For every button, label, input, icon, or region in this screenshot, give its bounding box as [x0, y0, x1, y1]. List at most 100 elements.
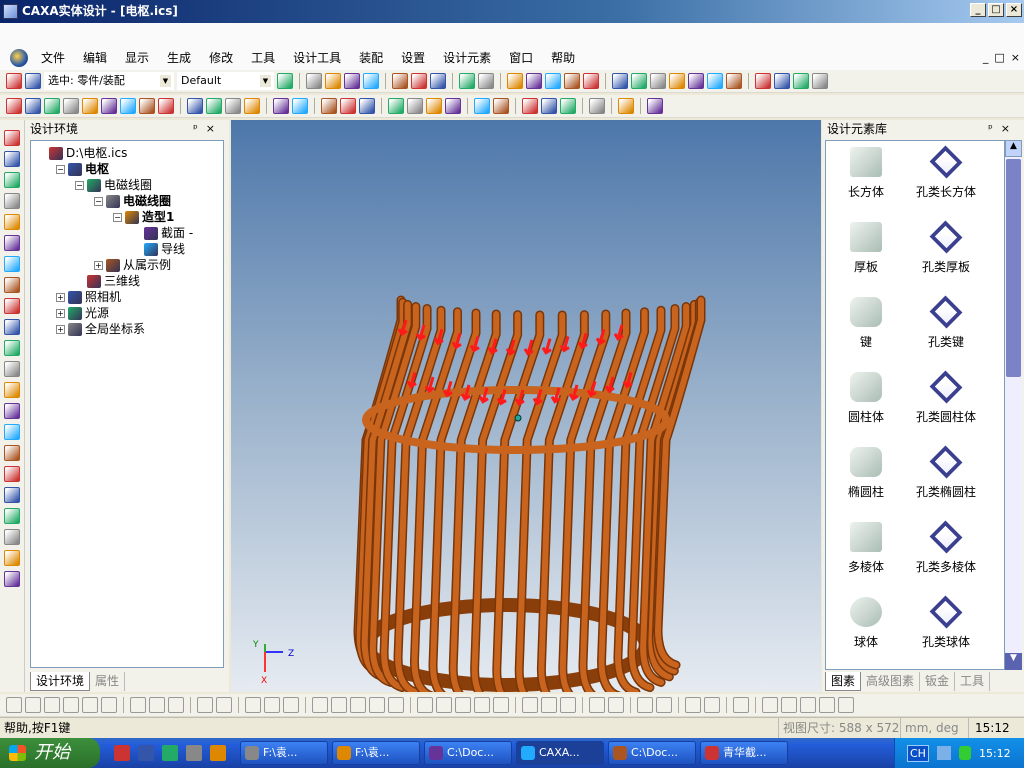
zoom-window-icon[interactable]: [4, 235, 20, 251]
style-combo[interactable]: Default ▼: [177, 72, 274, 90]
hatch-icon[interactable]: [63, 697, 79, 713]
toolbox-icon[interactable]: [359, 98, 375, 114]
draft-icon[interactable]: [650, 73, 666, 89]
panel-close-button[interactable]: ×: [206, 122, 223, 135]
library-item[interactable]: 键: [828, 295, 904, 370]
qq-icon[interactable]: [114, 745, 130, 761]
taskbar-button[interactable]: F:\袁...: [240, 741, 328, 765]
view-side-icon[interactable]: [4, 424, 20, 440]
text-block-icon[interactable]: [733, 697, 749, 713]
shield-app-icon[interactable]: [138, 745, 154, 761]
spline-icon[interactable]: [637, 697, 653, 713]
zoom-fit-icon[interactable]: [4, 256, 20, 272]
redo-icon[interactable]: [493, 98, 509, 114]
tree-node[interactable]: + 照相机: [33, 289, 221, 305]
cut-icon[interactable]: [560, 98, 576, 114]
red-cube2-icon[interactable]: [774, 73, 790, 89]
sketch-icon[interactable]: [25, 98, 41, 114]
circle-arc-icon[interactable]: [44, 697, 60, 713]
sweep-icon[interactable]: [545, 73, 561, 89]
copy-icon[interactable]: [522, 98, 538, 114]
surface-icon[interactable]: [158, 98, 174, 114]
scroll-thumb[interactable]: [1006, 159, 1021, 377]
shaded-gray2-icon[interactable]: [430, 73, 446, 89]
menu-item[interactable]: 文件: [32, 49, 74, 66]
render-icon[interactable]: [292, 98, 308, 114]
spiral-icon[interactable]: [608, 697, 624, 713]
horizontal-icon[interactable]: [819, 697, 835, 713]
pin-button[interactable]: ᵖ: [988, 122, 1001, 135]
material-icon[interactable]: [340, 98, 356, 114]
library-item[interactable]: 孔类圆柱体: [908, 370, 984, 445]
save-icon[interactable]: [445, 98, 461, 114]
security-icon[interactable]: [958, 746, 971, 760]
vertical-icon[interactable]: [838, 697, 854, 713]
stamp-icon[interactable]: [101, 697, 117, 713]
sphere-icon[interactable]: [4, 508, 20, 524]
undo-icon[interactable]: [474, 98, 490, 114]
library-item[interactable]: 长方体: [828, 145, 904, 220]
menu-item[interactable]: 编辑: [74, 49, 116, 66]
camera-icon[interactable]: [4, 319, 20, 335]
circle-center-icon[interactable]: [417, 697, 433, 713]
pattern-icon[interactable]: [707, 73, 723, 89]
red-cube3-icon[interactable]: [793, 73, 809, 89]
view-iso-icon[interactable]: [4, 466, 20, 482]
spline2-icon[interactable]: [656, 697, 672, 713]
tree-view-icon[interactable]: [589, 98, 605, 114]
menu-item[interactable]: 生成: [158, 49, 200, 66]
3d-viewport[interactable]: X Y Z: [231, 120, 821, 692]
scale-icon[interactable]: [25, 697, 41, 713]
plane-icon[interactable]: [44, 98, 60, 114]
tree-node[interactable]: D:\电枢.ics: [33, 145, 221, 161]
trim-icon[interactable]: [120, 98, 136, 114]
tree-toggle[interactable]: −: [113, 212, 122, 222]
tab[interactable]: 设计环境: [30, 672, 91, 691]
tree-node[interactable]: 导线: [33, 241, 221, 257]
circle-tangent-icon[interactable]: [474, 697, 490, 713]
help-pointer-icon[interactable]: [647, 98, 663, 114]
light-icon[interactable]: [321, 98, 337, 114]
taskbar-button[interactable]: 青华截...: [700, 741, 788, 765]
tab[interactable]: 高级图素: [861, 672, 921, 691]
rotate-icon[interactable]: [206, 98, 222, 114]
menu-item[interactable]: 工具: [242, 49, 284, 66]
taskbar-button[interactable]: C:\Doc...: [608, 741, 696, 765]
folder-app-icon[interactable]: [186, 745, 202, 761]
tree-toggle[interactable]: −: [56, 164, 65, 174]
tree-toggle[interactable]: −: [94, 196, 103, 206]
assembly-tree-icon[interactable]: [277, 73, 293, 89]
circle-3pt-icon[interactable]: [455, 697, 471, 713]
panel-close-button[interactable]: ×: [1001, 122, 1018, 135]
library-item[interactable]: 厚板: [828, 220, 904, 295]
view-shaded-icon[interactable]: [4, 487, 20, 503]
circle-2pt-icon[interactable]: [436, 697, 452, 713]
library-item[interactable]: 孔类厚板: [908, 220, 984, 295]
tree-toggle[interactable]: +: [56, 308, 65, 318]
doc-close-button[interactable]: ×: [1011, 51, 1020, 64]
tree-node[interactable]: + 光源: [33, 305, 221, 321]
select-arrow-icon[interactable]: [6, 73, 22, 89]
view-top-icon[interactable]: [4, 445, 20, 461]
maximize-button[interactable]: □: [988, 3, 1004, 17]
library-item[interactable]: 圆柱体: [828, 370, 904, 445]
eyedropper-icon[interactable]: [4, 550, 20, 566]
view-front-icon[interactable]: [4, 403, 20, 419]
mouse-icon[interactable]: [244, 98, 260, 114]
paste-icon[interactable]: [541, 98, 557, 114]
doc-restore-button[interactable]: □: [994, 51, 1004, 64]
tab[interactable]: 工具: [955, 672, 991, 691]
menu-item[interactable]: 设置: [392, 49, 434, 66]
extend-icon[interactable]: [139, 98, 155, 114]
library-item[interactable]: 孔类多棱体: [908, 520, 984, 595]
wireframe-blue-icon[interactable]: [325, 73, 341, 89]
insert-icon[interactable]: [4, 298, 20, 314]
offset-plane-icon[interactable]: [63, 98, 79, 114]
design-tree[interactable]: D:\电枢.ics − 电枢 − 电磁线圈 − 电磁线圈 − 造型1 截面 - 导线 + 从属示例 三维线…: [30, 140, 224, 668]
start-button[interactable]: 开始: [0, 738, 100, 768]
corner2-icon[interactable]: [704, 697, 720, 713]
extend-line-icon[interactable]: [149, 697, 165, 713]
constraint-icon[interactable]: [101, 98, 117, 114]
tree-toggle[interactable]: +: [56, 292, 65, 302]
tree-toggle[interactable]: +: [56, 324, 65, 334]
